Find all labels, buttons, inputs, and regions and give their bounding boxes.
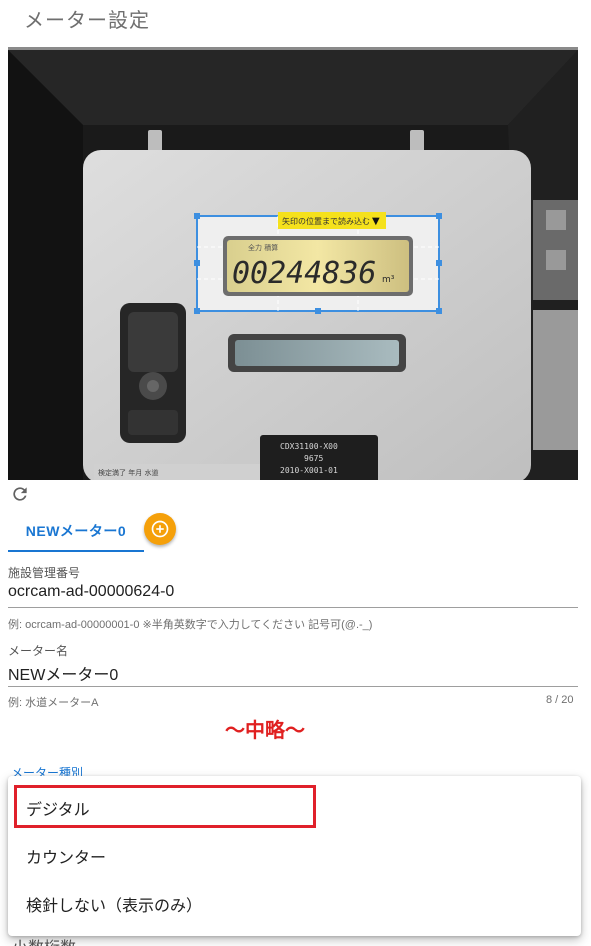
meter-name-hint: 例: 水道メーターA bbox=[8, 697, 99, 709]
roi-arrow: ▼ bbox=[372, 216, 380, 227]
selection-highlight bbox=[14, 785, 316, 828]
option-counter[interactable]: カウンター bbox=[8, 832, 581, 880]
lcd-reading: 00244836 bbox=[232, 256, 377, 291]
facility-id-label: 施設管理番号 bbox=[8, 566, 81, 580]
facility-id-input[interactable]: ocrcam-ad-00000624-0 bbox=[8, 583, 174, 601]
page-title: メーター設定 bbox=[24, 10, 150, 32]
camera-preview[interactable]: 矢印の位置まで読み込む ▼ 全力 積算 00244836 m³ 検定満了 年月 … bbox=[8, 47, 578, 480]
tab-new-meter[interactable]: NEWメーター0 bbox=[8, 512, 144, 552]
plate-line-3: 2010-X001-01 bbox=[280, 466, 338, 475]
facility-id-underline bbox=[8, 607, 578, 608]
add-meter-button[interactable] bbox=[144, 513, 176, 545]
lcd-unit: m³ bbox=[382, 275, 395, 285]
meter-name-label: メーター名 bbox=[8, 644, 69, 658]
meter-type-dropdown[interactable]: デジタル カウンター 検針しない（表示のみ） bbox=[8, 776, 581, 936]
refresh-icon bbox=[13, 487, 27, 501]
meter-name-counter: 8 / 20 bbox=[546, 694, 574, 706]
meter-name-input[interactable]: NEWメーター0 bbox=[8, 661, 118, 685]
plate-line-2: 9675 bbox=[304, 454, 323, 463]
meter-name-underline bbox=[8, 686, 578, 687]
facility-id-hint: 例: ocrcam-ad-00000001-0 ※半角英数字で入力してください … bbox=[8, 619, 373, 631]
sticker-text: 検定満了 年月 水道 bbox=[98, 468, 158, 477]
lcd-caption: 全力 積算 bbox=[248, 243, 278, 252]
camera-image: 矢印の位置まで読み込む ▼ 全力 積算 00244836 m³ 検定満了 年月 … bbox=[8, 50, 578, 480]
plus-circle-icon bbox=[151, 520, 169, 538]
tab-label: NEWメーター0 bbox=[25, 523, 127, 539]
refresh-button[interactable] bbox=[9, 483, 31, 505]
roi-caption: 矢印の位置まで読み込む bbox=[282, 216, 370, 226]
plate-line-1: CDX31100-X00 bbox=[280, 442, 338, 451]
omitted-note: 〜中略〜 bbox=[225, 720, 305, 742]
option-no-reading[interactable]: 検針しない（表示のみ） bbox=[8, 880, 581, 928]
